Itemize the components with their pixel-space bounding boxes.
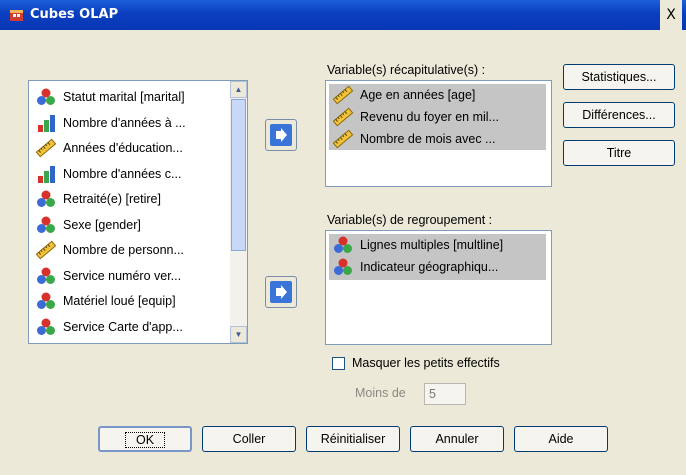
close-button[interactable]: X (660, 0, 682, 30)
scale-icon (332, 84, 354, 106)
list-item[interactable]: Nombre d'années c... (35, 163, 227, 185)
list-item-label: Lignes multiples [multline] (360, 238, 504, 252)
list-item[interactable]: Service numéro ver... (35, 265, 227, 287)
ok-button[interactable]: OK (98, 426, 192, 452)
list-item-label: Années d'éducation... (63, 141, 183, 155)
less-than-input[interactable]: 5 (424, 383, 466, 405)
nominal-icon (35, 86, 57, 108)
nominal-icon (35, 290, 57, 312)
scale-icon (332, 106, 354, 128)
window-title: Cubes OLAP (30, 7, 119, 22)
right-arrow-icon (276, 128, 287, 142)
list-item-label: Service Carte d'app... (63, 319, 183, 334)
ordinal-icon (35, 163, 57, 185)
list-item[interactable]: Age en années [age] (332, 84, 477, 106)
list-item-label: Nombre d'années à ... (63, 115, 186, 130)
list-item[interactable]: Indicateur géographiqu... (332, 256, 500, 278)
summary-variables-label: Variable(s) récapitulative(s) : (327, 63, 486, 77)
scale-icon (35, 239, 57, 261)
list-item-label: Service numéro ver... (63, 268, 182, 283)
reset-button[interactable]: Réinitialiser (306, 426, 400, 452)
list-item-label: Retraité(e) [retire] (63, 192, 161, 206)
source-variable-list[interactable]: Statut marital [marital] Nombre d'années … (28, 80, 248, 344)
list-item[interactable]: Service Carte d'app... (35, 316, 227, 338)
list-item-label: Nombre de mois avec ... (360, 132, 496, 146)
list-item-label: Matériel loué [equip] (63, 294, 176, 308)
scale-icon (332, 128, 354, 150)
hide-small-counts-checkbox[interactable] (332, 357, 345, 370)
list-item[interactable]: Lignes multiples [multline] (332, 234, 505, 256)
nominal-icon (332, 234, 354, 256)
source-list-scrollbar[interactable]: ▲ ▼ (230, 81, 247, 343)
list-item-label: Age en années [age] (360, 88, 476, 102)
move-to-summary-button[interactable] (265, 119, 297, 151)
less-than-label: Moins de (355, 386, 406, 400)
nominal-icon (35, 214, 57, 236)
scroll-thumb[interactable] (231, 99, 246, 251)
list-item[interactable]: Nombre d'années à ... (35, 112, 227, 134)
list-item-label: Sexe [gender] (63, 217, 141, 232)
move-to-grouping-button[interactable] (265, 276, 297, 308)
scroll-down-icon[interactable]: ▼ (230, 326, 247, 343)
list-item-label: Nombre d'années c... (63, 166, 182, 181)
list-item[interactable]: Matériel loué [equip] (35, 290, 227, 312)
list-item[interactable]: Sexe [gender] (35, 214, 227, 236)
list-item[interactable]: Nombre de mois avec ... (332, 128, 497, 150)
differences-button[interactable]: Différences... (563, 102, 675, 128)
grouping-variable-list[interactable]: Lignes multiples [multline] Indicateur gé… (325, 230, 552, 345)
ordinal-icon (35, 112, 57, 134)
statistics-button[interactable]: Statistiques... (563, 64, 675, 90)
help-button[interactable]: Aide (514, 426, 608, 452)
right-arrow-icon (276, 285, 287, 299)
list-item[interactable]: Revenu du foyer en mil... (332, 106, 501, 128)
title-bar: Cubes OLAP X (0, 0, 686, 30)
grouping-variables-label: Variable(s) de regroupement : (327, 213, 493, 227)
title-button[interactable]: Titre (563, 140, 675, 166)
list-item-label: Indicateur géographiqu... (360, 260, 499, 274)
ok-label: OK (124, 432, 166, 448)
list-item[interactable]: Nombre de personn... (35, 239, 227, 261)
nominal-icon (35, 316, 57, 338)
nominal-icon (35, 265, 57, 287)
list-item[interactable]: Statut marital [marital] (35, 86, 227, 108)
list-item[interactable]: Retraité(e) [retire] (35, 188, 227, 210)
list-item[interactable]: Années d'éducation... (35, 137, 227, 159)
hide-small-counts-label: Masquer les petits effectifs (352, 356, 500, 370)
list-item-label: Statut marital [marital] (63, 90, 185, 104)
nominal-icon (332, 256, 354, 278)
cancel-button[interactable]: Annuler (410, 426, 504, 452)
dialog-body: Statut marital [marital] Nombre d'années … (0, 30, 686, 475)
summary-variable-list[interactable]: Age en années [age] Revenu du foyer en mi… (325, 80, 552, 187)
scroll-up-icon[interactable]: ▲ (230, 81, 247, 98)
list-item-label: Revenu du foyer en mil... (360, 110, 499, 124)
scale-icon (35, 137, 57, 159)
nominal-icon (35, 188, 57, 210)
cube-app-icon (10, 10, 23, 21)
list-item-label: Nombre de personn... (63, 243, 184, 257)
paste-button[interactable]: Coller (202, 426, 296, 452)
